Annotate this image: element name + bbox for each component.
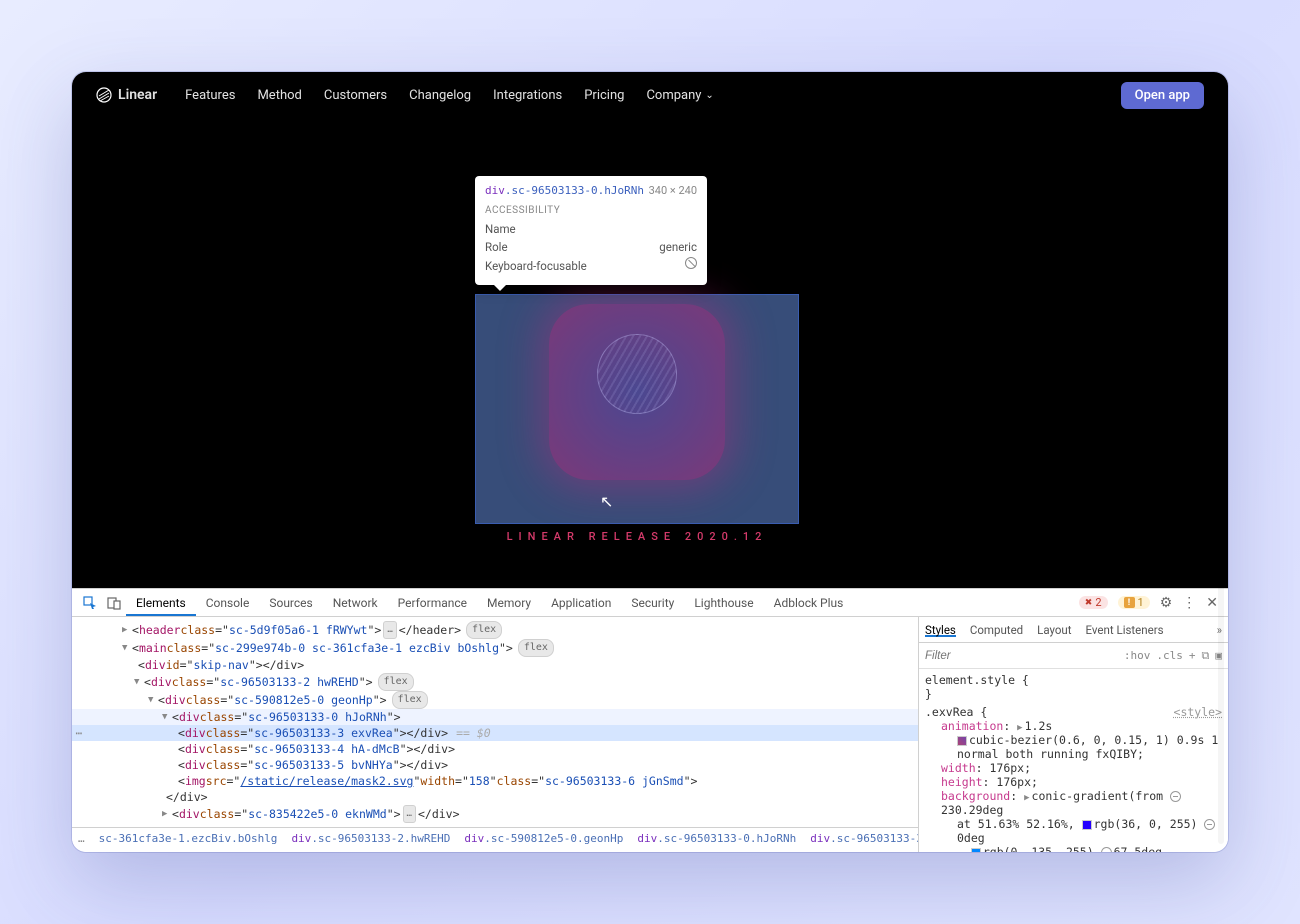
nav-features[interactable]: Features bbox=[185, 88, 235, 103]
tooltip-name-label: Name bbox=[485, 220, 516, 238]
error-badge[interactable]: 2 bbox=[1079, 596, 1108, 609]
styles-tab-styles[interactable]: Styles bbox=[925, 623, 956, 637]
inspect-tooltip: div.sc-96503133-0.hJoRNh 340 × 240 ACCES… bbox=[475, 176, 707, 285]
linear-icon bbox=[96, 87, 112, 103]
nav-integrations[interactable]: Integrations bbox=[493, 88, 562, 103]
tab-security[interactable]: Security bbox=[621, 589, 684, 616]
tree-row-selected[interactable]: ⋯<div class="sc-96503133-3 exvRea"></div… bbox=[72, 725, 918, 741]
tooltip-arrow bbox=[493, 284, 507, 291]
styles-body[interactable]: element.style { } <style> .exvRea { anim… bbox=[919, 669, 1228, 852]
elements-tree[interactable]: ▶<header class="sc-5d9f05a6-1 fRWYwt">…<… bbox=[72, 617, 918, 852]
styles-tab-layout[interactable]: Layout bbox=[1037, 623, 1071, 637]
tooltip-role-label: Role bbox=[485, 238, 508, 256]
nav-company[interactable]: Company⌄ bbox=[646, 88, 713, 103]
devtools-body: ▶<header class="sc-5d9f05a6-1 fRWYwt">…<… bbox=[72, 617, 1228, 852]
warning-badge[interactable]: 1 bbox=[1118, 596, 1150, 609]
mouse-cursor-icon: ↖ bbox=[600, 492, 613, 511]
prohibit-icon bbox=[685, 257, 697, 269]
cls-toggle[interactable]: .cls bbox=[1156, 649, 1183, 662]
inspect-element-button[interactable] bbox=[78, 596, 102, 610]
devtools-tabs: Elements Console Sources Network Perform… bbox=[72, 589, 1228, 617]
brand-logo[interactable]: Linear bbox=[96, 87, 157, 103]
tab-lighthouse[interactable]: Lighthouse bbox=[684, 589, 763, 616]
breadcrumb[interactable]: … sc-361cfa3e-1.ezcBiv.bOshlg div.sc-965… bbox=[72, 827, 918, 849]
device-toggle-button[interactable] bbox=[102, 596, 126, 610]
tooltip-dimensions: 340 × 240 bbox=[649, 184, 697, 197]
sidebar-toggle-icon[interactable]: ⧉ bbox=[1202, 649, 1210, 663]
browser-window: Linear Features Method Customers Changel… bbox=[72, 72, 1228, 852]
tree-row-highlighted[interactable]: ▼<div class="sc-96503133-0 hJoRNh"> bbox=[72, 709, 918, 725]
tab-sources[interactable]: Sources bbox=[259, 589, 322, 616]
tooltip-kbd-label: Keyboard-focusable bbox=[485, 257, 587, 275]
close-icon[interactable]: ✕ bbox=[1206, 595, 1218, 611]
tab-memory[interactable]: Memory bbox=[477, 589, 541, 616]
tooltip-role-value: generic bbox=[659, 238, 697, 256]
page-viewport: Linear Features Method Customers Changel… bbox=[72, 72, 1228, 588]
brand-name: Linear bbox=[118, 87, 157, 103]
tab-console[interactable]: Console bbox=[196, 589, 260, 616]
nav-pricing[interactable]: Pricing bbox=[584, 88, 624, 103]
nav-customers[interactable]: Customers bbox=[324, 88, 387, 103]
kebab-menu-icon[interactable]: ⋮ bbox=[1182, 595, 1196, 611]
styles-filter-input[interactable] bbox=[925, 650, 1081, 662]
site-header: Linear Features Method Customers Changel… bbox=[72, 72, 1228, 118]
tab-application[interactable]: Application bbox=[541, 589, 621, 616]
open-app-button[interactable]: Open app bbox=[1121, 82, 1204, 109]
tooltip-section-label: ACCESSIBILITY bbox=[485, 205, 697, 216]
inspected-inner-circle bbox=[597, 334, 677, 414]
main-nav: Features Method Customers Changelog Inte… bbox=[185, 88, 714, 103]
add-rule-icon[interactable]: + bbox=[1189, 649, 1196, 662]
tab-elements[interactable]: Elements bbox=[126, 589, 196, 616]
tab-performance[interactable]: Performance bbox=[388, 589, 477, 616]
inspect-highlight-overlay bbox=[475, 294, 799, 524]
styles-tab-events[interactable]: Event Listeners bbox=[1086, 623, 1164, 637]
tooltip-selector: div.sc-96503133-0.hJoRNh bbox=[485, 184, 644, 197]
hov-toggle[interactable]: :hov bbox=[1124, 649, 1151, 662]
nav-method[interactable]: Method bbox=[257, 88, 301, 103]
tab-network[interactable]: Network bbox=[323, 589, 388, 616]
chevron-down-icon: ⌄ bbox=[705, 90, 713, 101]
gear-icon[interactable]: ⚙ bbox=[1160, 595, 1173, 611]
tab-adblock[interactable]: Adblock Plus bbox=[764, 589, 854, 616]
nav-changelog[interactable]: Changelog bbox=[409, 88, 471, 103]
devtools-panel: Elements Console Sources Network Perform… bbox=[72, 588, 1228, 852]
styles-pane: Styles Computed Layout Event Listeners »… bbox=[918, 617, 1228, 852]
styles-tab-computed[interactable]: Computed bbox=[970, 623, 1023, 637]
release-caption: LINEAR RELEASE 2020.12 bbox=[475, 530, 799, 543]
inspected-element-visual bbox=[549, 304, 725, 480]
